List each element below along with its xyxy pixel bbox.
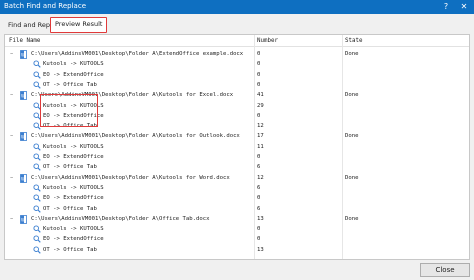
svg-text:W: W xyxy=(21,135,25,140)
rule-count: 13 xyxy=(257,246,264,253)
rule-text: OT -> Office Tab xyxy=(43,81,97,88)
rule-count: 6 xyxy=(257,184,261,191)
search-icon xyxy=(33,163,41,171)
tab-bar: Find and Replace Preview Result xyxy=(0,14,474,34)
rule-count: 11 xyxy=(257,143,264,150)
rule-text: EO -> ExtendOffice xyxy=(43,195,104,202)
rule-count: 0 xyxy=(257,71,261,78)
status-text: Done xyxy=(345,174,359,181)
file-path: C:\Users\AddinsVM001\Desktop\Folder A\Ex… xyxy=(31,51,244,57)
status-text: Done xyxy=(345,51,359,57)
rule-count: 0 xyxy=(257,154,261,160)
word-document-icon: W xyxy=(20,173,27,183)
replace-count: 0 xyxy=(257,51,261,57)
collapse-toggle-icon[interactable]: − xyxy=(8,92,15,99)
rule-text: Kutools -> KUTOOLS xyxy=(43,226,104,233)
search-icon xyxy=(33,60,41,68)
window-title: Batch Find and Replace xyxy=(4,2,86,10)
rule-count: 0 xyxy=(257,226,261,233)
help-button[interactable]: ? xyxy=(440,1,452,13)
search-icon xyxy=(33,246,41,254)
rule-text: Kutools -> KUTOOLS xyxy=(43,61,104,68)
rule-text: Kutools -> KUTOOLS xyxy=(43,184,104,191)
rule-text: EO -> ExtendOffice xyxy=(43,71,104,78)
collapse-toggle-icon[interactable]: − xyxy=(8,133,15,140)
title-bar: Batch Find and Replace ? ✕ xyxy=(0,0,474,14)
collapse-toggle-icon[interactable]: − xyxy=(8,51,15,58)
rules-highlight-box xyxy=(40,94,98,127)
rule-text: OT -> Office Tab xyxy=(43,205,97,212)
word-document-icon: W xyxy=(20,50,27,59)
rule-count: 0 xyxy=(257,112,261,119)
column-header-state[interactable]: State xyxy=(345,38,362,44)
replace-count: 12 xyxy=(257,174,264,181)
rule-count: 6 xyxy=(257,164,261,171)
search-icon xyxy=(33,225,41,233)
rule-text: EO -> ExtendOffice xyxy=(43,236,104,243)
preview-result-panel: File Name Number State − W C:\Users\Addins… xyxy=(4,34,470,260)
search-icon xyxy=(33,194,41,202)
word-document-icon: W xyxy=(20,214,27,224)
table-header: File Name Number State xyxy=(5,35,469,47)
search-icon xyxy=(33,184,41,192)
search-icon xyxy=(33,235,41,244)
rule-count: 0 xyxy=(257,195,261,202)
status-text: Done xyxy=(345,133,359,140)
search-icon xyxy=(33,71,41,79)
file-path: C:\Users\AddinsVM001\Desktop\Folder A\Ku… xyxy=(31,133,240,140)
replace-count: 13 xyxy=(257,215,264,222)
collapse-toggle-icon[interactable]: − xyxy=(8,216,15,223)
rule-count: 6 xyxy=(257,205,261,212)
search-icon xyxy=(33,204,41,213)
rule-count: 29 xyxy=(257,102,264,109)
svg-text:W: W xyxy=(21,217,25,222)
word-document-icon: W xyxy=(20,91,27,101)
rule-text: OT -> Office Tab xyxy=(43,164,97,171)
rule-text: EO -> ExtendOffice xyxy=(43,154,104,160)
svg-text:W: W xyxy=(21,176,25,181)
tab-preview-result[interactable]: Preview Result xyxy=(50,17,108,33)
rule-row[interactable]: OT -> Office Tab 13 xyxy=(5,245,469,256)
status-text: Done xyxy=(345,215,359,222)
svg-text:W: W xyxy=(21,52,25,57)
dialog-footer: Close xyxy=(0,260,474,280)
rule-text: Kutools -> KUTOOLS xyxy=(43,143,104,150)
close-window-button[interactable]: ✕ xyxy=(458,1,470,13)
svg-text:W: W xyxy=(21,93,25,98)
status-text: Done xyxy=(345,92,359,99)
replace-count: 41 xyxy=(257,92,264,99)
search-icon xyxy=(33,81,41,89)
rule-count: 12 xyxy=(257,123,264,130)
file-path: C:\Users\AddinsVM001\Desktop\Folder A\Of… xyxy=(31,215,210,222)
close-button[interactable]: Close xyxy=(420,263,470,277)
search-icon xyxy=(33,143,41,151)
rule-count: 0 xyxy=(257,81,261,88)
search-icon xyxy=(33,153,41,161)
column-header-number[interactable]: Number xyxy=(257,38,278,44)
column-header-file-name[interactable]: File Name xyxy=(9,38,40,44)
rule-text: OT -> Office Tab xyxy=(43,246,97,253)
collapse-toggle-icon[interactable]: − xyxy=(8,175,15,182)
replace-count: 17 xyxy=(257,133,264,140)
word-document-icon: W xyxy=(20,132,27,142)
rule-count: 0 xyxy=(257,236,261,243)
rule-count: 0 xyxy=(257,61,261,68)
file-path: C:\Users\AddinsVM001\Desktop\Folder A\Ku… xyxy=(31,174,230,181)
